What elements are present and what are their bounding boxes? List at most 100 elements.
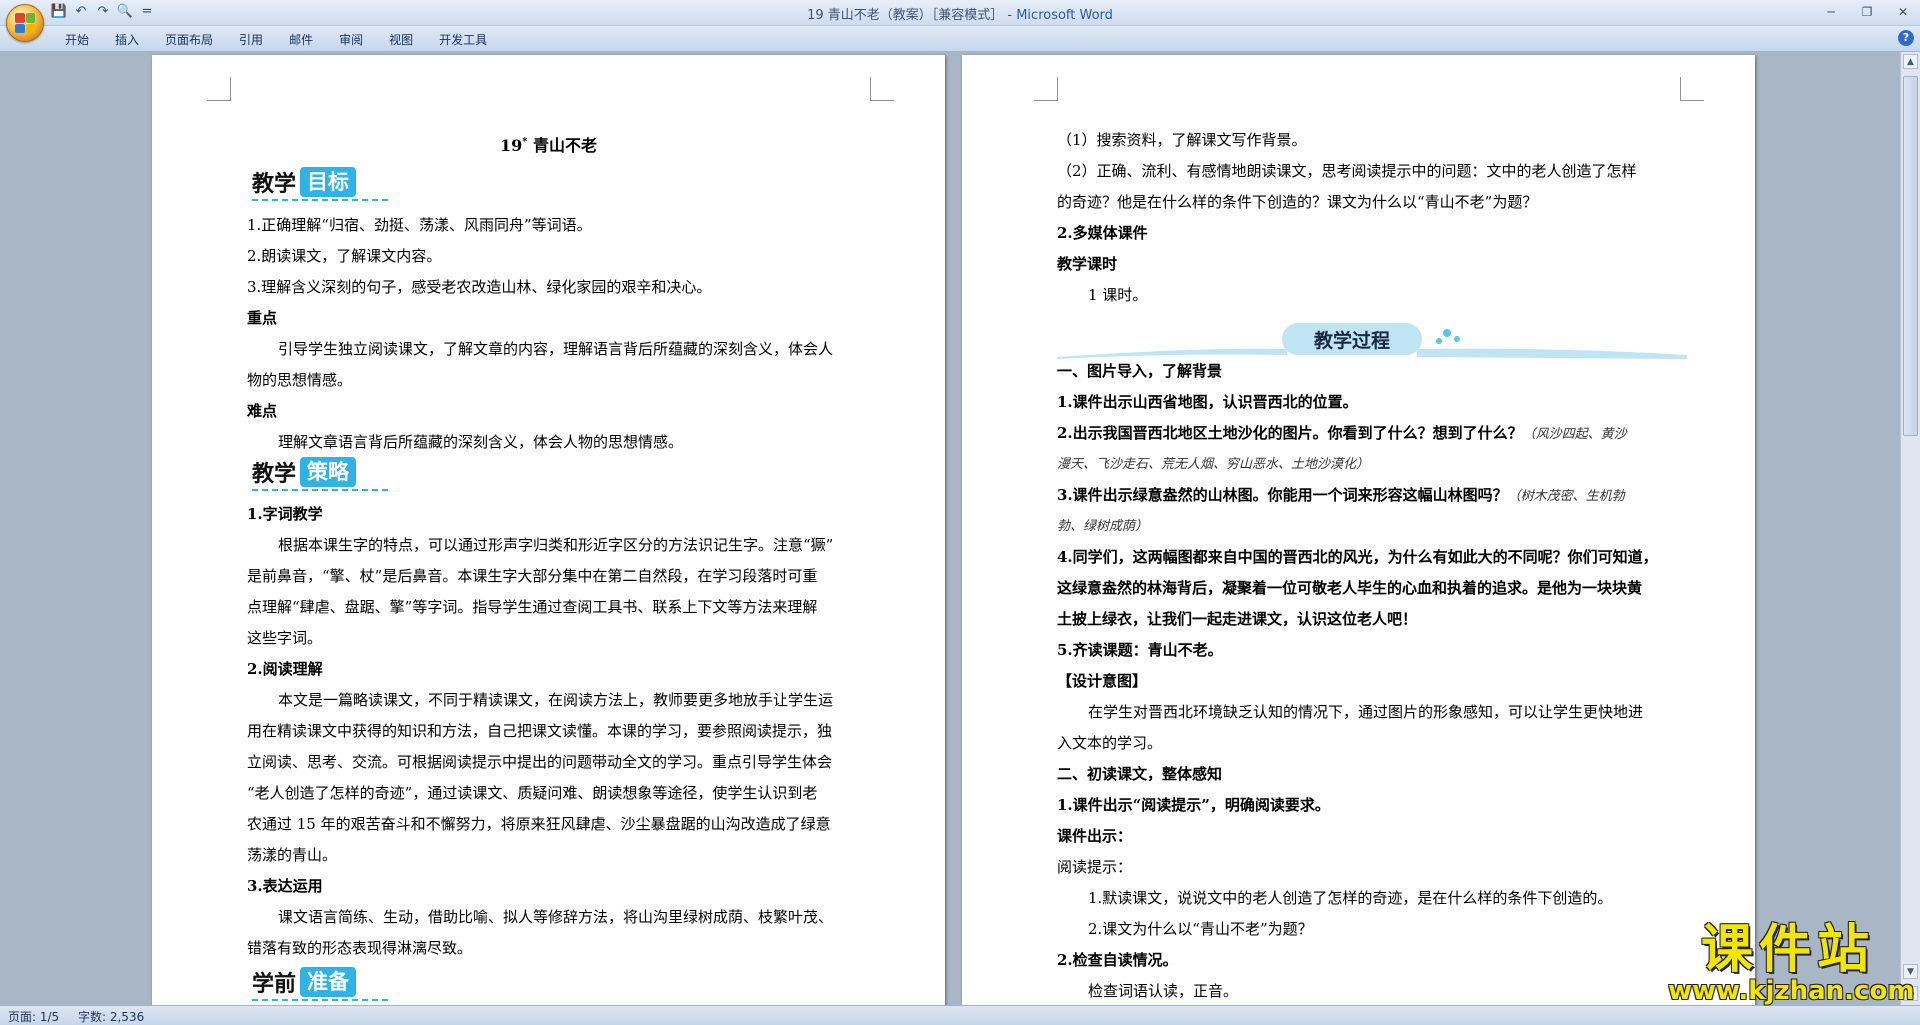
scroll-thumb[interactable]	[1903, 76, 1918, 436]
minimize-icon[interactable]: ─	[1820, 3, 1842, 21]
ribbon: 开始 插入 页面布局 引用 邮件 审阅 视图 开发工具 ?	[0, 26, 1920, 52]
strategy-2-text: 农通过 15 年的艰苦奋斗和不懈努力，将原来狂风肆虐、沙尘暴盘踞的山沟改造成了绿…	[247, 815, 831, 833]
strategy-2-label: 2.阅读理解	[247, 660, 323, 678]
key-text: 物的思想情感。	[247, 371, 353, 389]
watermark-text: 课件站	[1700, 920, 1875, 980]
page-indicator[interactable]: 页面: 1/5	[8, 1008, 59, 1025]
process-title: 教学过程	[1314, 329, 1390, 352]
goal-item: 3.理解含义深刻的句子，感受老农改造山林、绿化家园的艰辛和决心。	[247, 278, 712, 296]
section-head-value: 目标	[300, 167, 357, 197]
scroll-up-icon[interactable]: ▲	[1903, 54, 1918, 69]
watermark-url: www.kjzhan.com	[1668, 976, 1915, 1006]
step-item: 1.课件出示山西省地图，认识晋西北的位置。	[1057, 393, 1358, 411]
prep-item: （1）搜索资料，了解课文写作背景。	[1057, 131, 1307, 149]
tab-review[interactable]: 审阅	[326, 30, 376, 49]
process-banner: 教学过程	[1057, 323, 1687, 359]
window-controls: ─ ❐ ✕	[1820, 3, 1914, 21]
step-item: 2.出示我国晋西北地区土地沙化的图片。你看到了什么？想到了什么？（风沙四起、黄沙	[1057, 418, 1627, 450]
key-text: 引导学生独立阅读课文，了解文章的内容，理解语言背后所蕴藏的深刻含义，体会人	[278, 340, 834, 358]
step-item: 3.课件出示绿意盎然的山林图。你能用一个词来形容这幅山林图吗？（树木茂密、生机勃	[1057, 480, 1625, 512]
margin-mark-top-right	[870, 77, 894, 101]
goal-item: 1.正确理解“归宿、劲挺、荡漾、风雨同舟”等词语。	[247, 216, 592, 234]
step-note: 漫天、飞沙走石、荒无人烟、穷山恶水、土地沙漠化）	[1057, 457, 1370, 472]
difficulty-label: 难点	[247, 402, 278, 420]
step-item: 土披上绿衣，让我们一起走进课文，认识这位老人吧！	[1057, 610, 1418, 628]
lesson-mark: *	[522, 136, 528, 148]
banner-drop	[1454, 336, 1460, 342]
vertical-scrollbar[interactable]: ▲ ▼ ●	[1900, 52, 1920, 1005]
section-heading-2: 二、初读课文，整体感知	[1057, 765, 1223, 783]
word-count[interactable]: 字数: 2,536	[78, 1008, 144, 1025]
help-button[interactable]: ?	[1898, 30, 1914, 46]
page-1[interactable]: 19* 青山不老 教学 目标 1.正确理解“归宿、劲挺、荡漾、风雨同舟”等词语。…	[152, 55, 945, 1005]
tab-home[interactable]: 开始	[52, 30, 102, 49]
tab-insert[interactable]: 插入	[102, 30, 152, 49]
strategy-2-text: 立阅读、思考、交流。可根据阅读提示中提出的问题带动全文的学习。重点引导学生体会	[247, 753, 833, 771]
strategy-1-text: 根据本课生字的特点，可以通过形声字归类和形近字区分的方法识记生字。注意“獗”	[278, 536, 834, 554]
tab-mailings[interactable]: 邮件	[276, 30, 326, 49]
office-button[interactable]	[6, 4, 44, 42]
lesson-number: 19	[499, 136, 523, 155]
step-note: （风沙四起、黄沙	[1522, 427, 1627, 442]
banner-drop	[1436, 338, 1442, 344]
status-bar: 页面: 1/5 字数: 2,536	[0, 1005, 1920, 1025]
design-intent-label: 【设计意图】	[1057, 672, 1148, 690]
margin-mark-top-left	[207, 77, 231, 101]
strategy-2-text: 本文是一篇略读课文，不同于精读课文，在阅读方法上，教师要更多地放手让学生运	[278, 691, 834, 709]
title-bar: 💾 ↶ ↷ 🔍 = 19 青山不老（教案）［兼容模式］ - Microsoft …	[0, 0, 1920, 26]
section-head-prep: 学前 准备	[252, 965, 388, 1001]
watermark: 课件站 www.kjzhan.com	[1668, 920, 1915, 1006]
document-area[interactable]: 19* 青山不老 教学 目标 1.正确理解“归宿、劲挺、荡漾、风雨同舟”等词语。…	[0, 52, 1900, 1005]
reading-tip-label: 阅读提示：	[1057, 858, 1133, 876]
tab-references[interactable]: 引用	[226, 30, 276, 49]
prep-item: 2.多媒体课件	[1057, 224, 1148, 242]
tab-developer[interactable]: 开发工具	[426, 30, 500, 49]
strategy-3-text: 错落有致的形态表现得淋漓尽致。	[247, 939, 473, 957]
reading-tip-item: 2.课文为什么以“青山不老”为题？	[1088, 920, 1313, 938]
strategy-1-label: 1.字词教学	[247, 505, 323, 523]
restore-icon[interactable]: ❐	[1856, 3, 1878, 21]
step-item: 1.课件出示“阅读提示”，明确阅读要求。	[1057, 796, 1330, 814]
class-hours-text: 1 课时。	[1088, 286, 1148, 304]
step-item: 检查词语认读，正音。	[1088, 982, 1239, 1000]
reading-tip-item: 1.默读课文，说说文中的老人创造了怎样的奇迹，是在什么样的条件下创造的。	[1088, 889, 1613, 907]
step-item: 5.齐读课题：青山不老。	[1057, 641, 1223, 659]
prep-item: （2）正确、流利、有感情地朗读课文，思考阅读提示中的问题：文中的老人创造了怎样	[1057, 162, 1637, 180]
step-note: （树木茂密、生机勃	[1507, 489, 1625, 504]
difficulty-text: 理解文章语言背后所蕴藏的深刻含义，体会人物的思想情感。	[278, 433, 684, 451]
step-item: 课件出示：	[1057, 827, 1133, 845]
strategy-2-text: “老人创造了怎样的奇迹”，通过读课文、质疑问难、朗读想象等途径，使学生认识到老	[247, 784, 818, 802]
strategy-3-label: 3.表达运用	[247, 877, 323, 895]
tab-view[interactable]: 视图	[376, 30, 426, 49]
section-head-value: 准备	[300, 967, 357, 997]
section-head-value: 策略	[300, 457, 357, 487]
margin-mark-top-right	[1680, 77, 1704, 101]
section-head-strategy: 教学 策略	[252, 455, 388, 491]
lesson-title: 青山不老	[533, 136, 598, 155]
step-note: 勃、绿树成荫）	[1057, 519, 1149, 534]
page-2[interactable]: （1）搜索资料，了解课文写作背景。 （2）正确、流利、有感情地朗读课文，思考阅读…	[962, 55, 1755, 1005]
banner-wave	[1417, 348, 1687, 359]
section-head-goals: 教学 目标	[252, 165, 388, 201]
close-icon[interactable]: ✕	[1892, 3, 1914, 21]
margin-mark-top-left	[1034, 77, 1058, 101]
step-text: 2.出示我国晋西北地区土地沙化的图片。你看到了什么？想到了什么？	[1057, 424, 1523, 442]
document-name: 19 青山不老（教案）［兼容模式］	[807, 8, 1004, 23]
window-title: 19 青山不老（教案）［兼容模式］ - Microsoft Word	[0, 4, 1920, 23]
office-logo-icon	[15, 13, 35, 33]
prep-item: 的奇迹？他是在什么样的条件下创造的？课文为什么以“青山不老”为题？	[1057, 193, 1538, 211]
tab-page-layout[interactable]: 页面布局	[152, 30, 226, 49]
title-separator: -	[1003, 8, 1017, 23]
class-hours-label: 教学课时	[1057, 255, 1118, 273]
step-item: 2.检查自读情况。	[1057, 951, 1178, 969]
page-title: 19* 青山不老	[152, 132, 945, 156]
section-underline	[252, 199, 388, 201]
section-head-key: 教学	[252, 172, 297, 197]
banner-drop	[1443, 329, 1451, 337]
section-underline	[252, 999, 388, 1001]
ribbon-tabs: 开始 插入 页面布局 引用 邮件 审阅 视图 开发工具	[52, 30, 500, 49]
strategy-3-text: 课文语言简练、生动，借助比喻、拟人等修辞方法，将山沟里绿树成荫、枝繁叶茂、	[278, 908, 834, 926]
app-name: Microsoft Word	[1016, 8, 1113, 23]
key-label: 重点	[247, 309, 278, 327]
goal-item: 2.朗读课文，了解课文内容。	[247, 247, 442, 265]
